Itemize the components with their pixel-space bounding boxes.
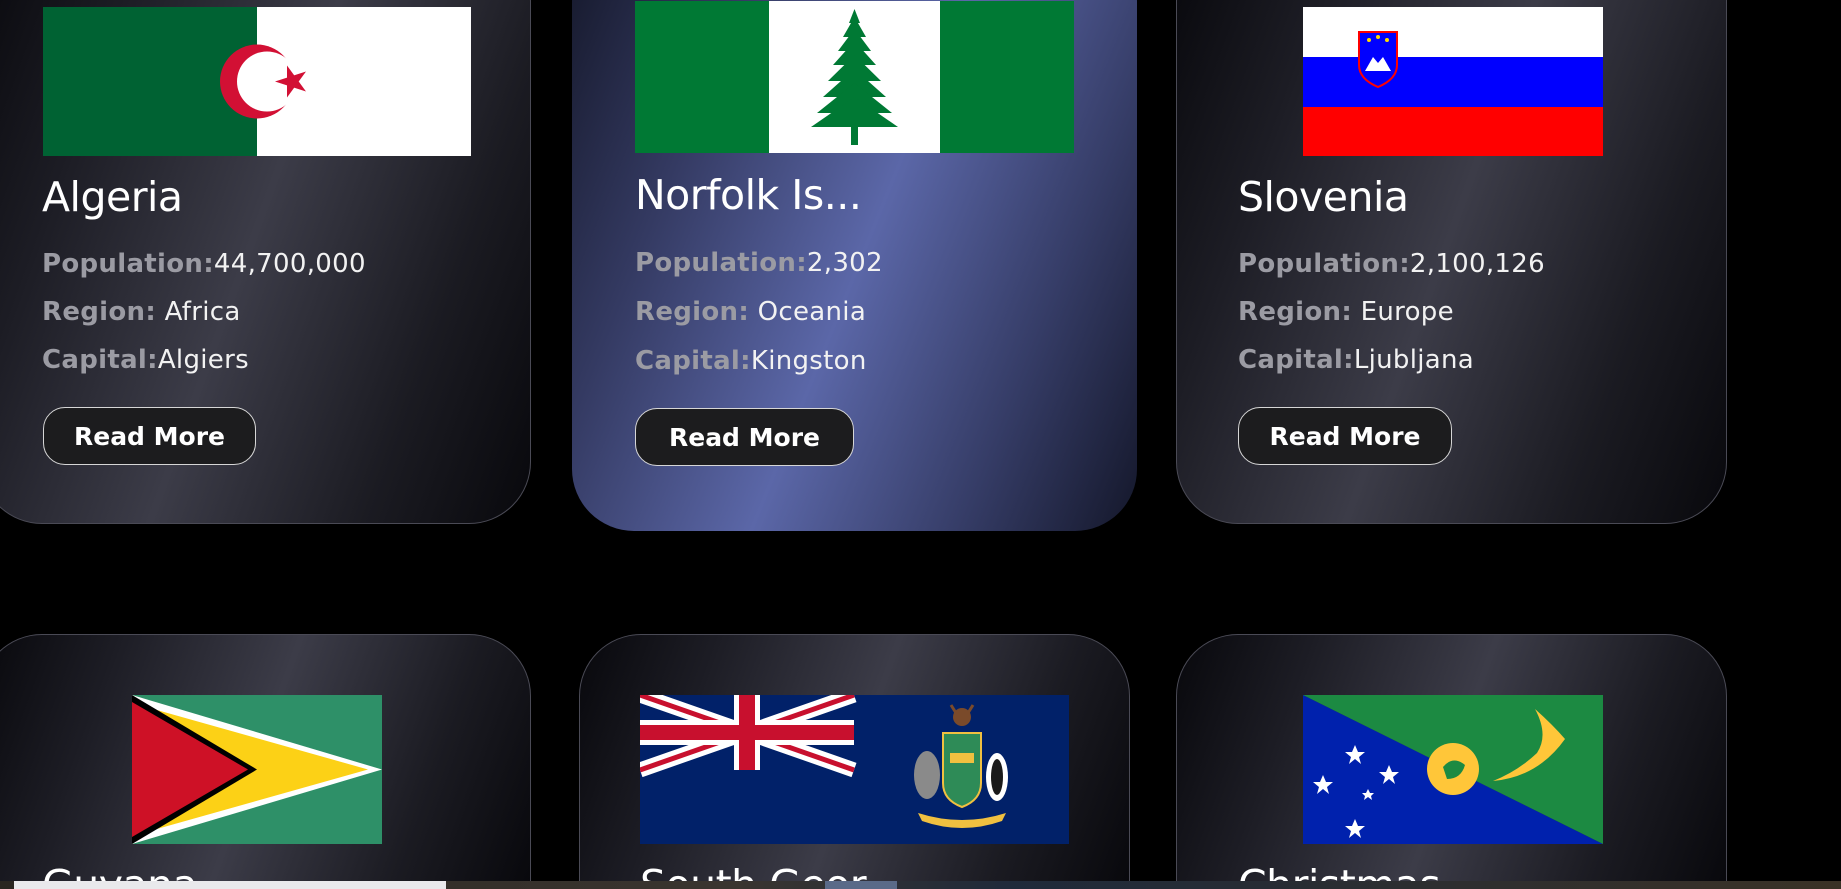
guyana-flag-icon [132, 695, 382, 844]
region-row: Region: Oceania [635, 297, 866, 327]
region-row: Region: Europe [1238, 297, 1454, 327]
slovenia-flag-icon [1303, 7, 1603, 156]
capital-row: Capital:Ljubljana [1238, 345, 1474, 375]
capital-label: Capital: [42, 345, 158, 375]
capital-label: Capital: [1238, 345, 1354, 375]
country-card-south-georgia[interactable]: South Geor [579, 634, 1130, 889]
region-row: Region: Africa [42, 297, 241, 327]
population-value: 2,100,126 [1409, 249, 1545, 279]
country-name: Norfolk Is... [635, 171, 862, 219]
population-label: Population: [635, 248, 807, 278]
country-card-christmas-island[interactable]: Christmas [1176, 634, 1727, 889]
taskbar-window-thumbnail[interactable] [825, 881, 897, 889]
taskbar-strip [0, 881, 1841, 889]
taskbar-window-thumbnail[interactable] [14, 881, 446, 889]
region-value: Oceania [757, 297, 867, 327]
region-label: Region: [635, 297, 750, 327]
population-row: Population:2,100,126 [1238, 249, 1545, 279]
country-card-norfolk-island[interactable]: Norfolk Is... Population:2,302 Region: O… [572, 0, 1137, 531]
capital-value: Kingston [750, 346, 867, 376]
capital-value: Ljubljana [1353, 345, 1475, 375]
population-label: Population: [1238, 249, 1410, 279]
capital-value: Algiers [157, 345, 249, 375]
algeria-flag-icon [43, 7, 471, 156]
christmas-island-flag-icon [1303, 695, 1603, 844]
population-value: 44,700,000 [213, 249, 366, 279]
population-row: Population:44,700,000 [42, 249, 366, 279]
country-name: Slovenia [1238, 173, 1409, 221]
population-row: Population:2,302 [635, 248, 883, 278]
country-card-guyana[interactable]: Guyana [0, 634, 531, 889]
population-value: 2,302 [806, 248, 883, 278]
region-value: Africa [164, 297, 241, 327]
read-more-button[interactable]: Read More [43, 407, 256, 465]
capital-row: Capital:Kingston [635, 346, 867, 376]
country-name: Algeria [42, 173, 183, 221]
capital-label: Capital: [635, 346, 751, 376]
south-georgia-flag-icon [640, 695, 1069, 844]
read-more-button[interactable]: Read More [635, 408, 854, 466]
country-card-algeria[interactable]: Algeria Population:44,700,000 Region: Af… [0, 0, 531, 524]
region-value: Europe [1360, 297, 1454, 327]
norfolk-island-flag-icon [635, 1, 1074, 153]
read-more-button[interactable]: Read More [1238, 407, 1452, 465]
capital-row: Capital:Algiers [42, 345, 249, 375]
country-card-slovenia[interactable]: Slovenia Population:2,100,126 Region: Eu… [1176, 0, 1727, 524]
population-label: Population: [42, 249, 214, 279]
region-label: Region: [1238, 297, 1353, 327]
region-label: Region: [42, 297, 157, 327]
